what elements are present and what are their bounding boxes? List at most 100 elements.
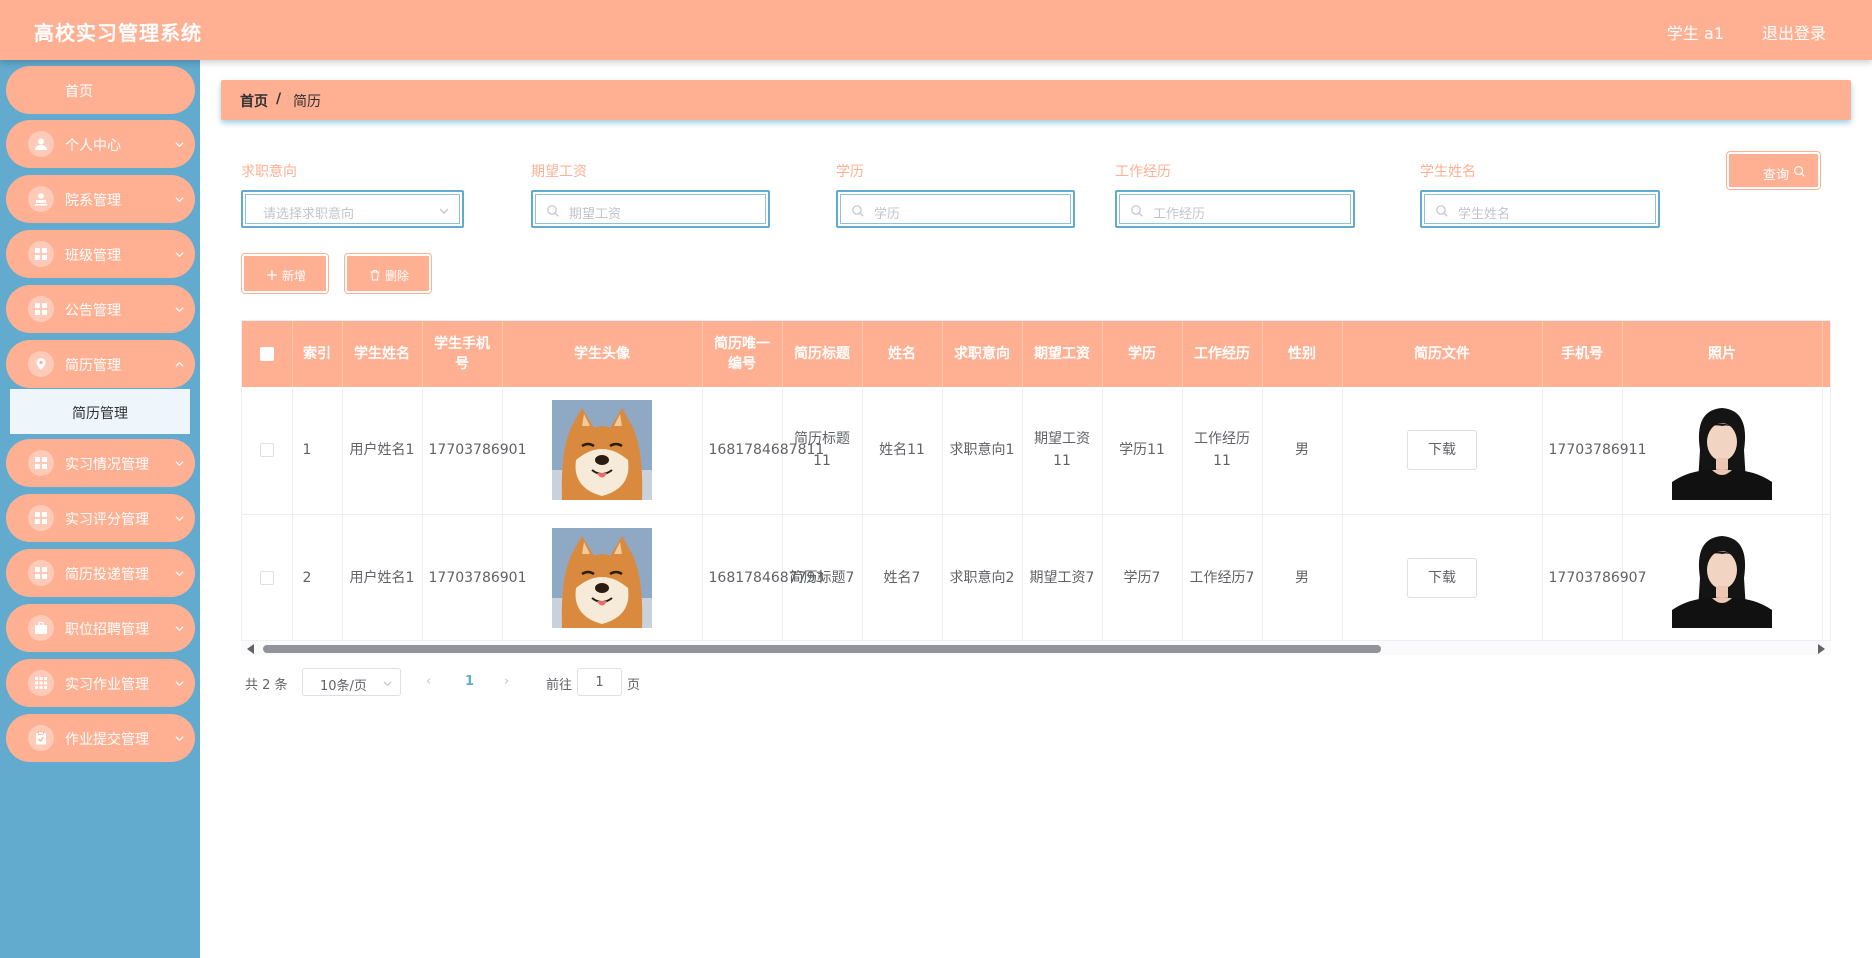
column-header: 照片 — [1622, 321, 1823, 387]
cell-salary: 期望工资7 — [1022, 514, 1103, 642]
breadcrumb-separator: / — [276, 91, 282, 107]
page-size-value: 10条/页 — [320, 679, 367, 694]
experience-input[interactable]: 工作经历 — [1115, 190, 1355, 228]
location-icon — [28, 351, 54, 377]
table-horizontal-scrollbar[interactable] — [241, 640, 1831, 655]
clipboard-icon — [28, 725, 54, 751]
briefcase-icon — [28, 615, 54, 641]
goto-page-input[interactable]: 1 — [577, 668, 622, 696]
cell-intent: 求职意向1 — [942, 387, 1023, 515]
chevron-down-icon — [175, 626, 184, 632]
experience-filter-label: 工作经历 — [1115, 164, 1171, 180]
chevron-down-icon — [175, 681, 184, 687]
plus-icon — [267, 270, 277, 280]
portrait-photo — [1672, 400, 1772, 501]
pagination-total: 共 2 条 — [245, 678, 288, 693]
sidebar-item-resume-submissions[interactable]: 简历投递管理 — [6, 549, 195, 597]
portrait-photo — [1672, 527, 1772, 628]
sidebar-item-label: 实习作业管理 — [65, 677, 149, 693]
cell-resume-file: 下载 — [1342, 514, 1543, 642]
table-row: 2 用户姓名1 17703786901 1681784687793 简历标题7 … — [242, 514, 1830, 642]
download-button[interactable]: 下载 — [1407, 430, 1477, 471]
current-user: 学生 a1 — [1666, 24, 1724, 43]
cell-student-phone: 17703786901 — [422, 387, 526, 515]
intent-filter-label: 求职意向 — [241, 164, 297, 180]
cell-salary: 期望工资11 — [1022, 387, 1103, 515]
apps-icon — [28, 670, 54, 696]
chevron-down-icon — [175, 307, 184, 313]
column-header: 期望工资 — [1022, 321, 1103, 387]
sidebar-item-job-postings[interactable]: 职位招聘管理 — [6, 604, 195, 652]
delete-button-label: 删除 — [385, 269, 410, 283]
scroll-left-arrow-icon[interactable] — [247, 644, 254, 654]
chevron-down-icon — [175, 571, 184, 577]
column-header-overflow — [1822, 321, 1830, 387]
chevron-down-icon — [439, 208, 449, 214]
grid-icon — [28, 505, 54, 531]
cell-photo — [1622, 514, 1823, 642]
chevron-down-icon — [175, 736, 184, 742]
column-header: 求职意向 — [942, 321, 1023, 387]
sidebar-item-resumes[interactable]: 简历管理 — [6, 340, 195, 388]
add-button-label: 新增 — [282, 269, 307, 283]
chevron-down-icon — [175, 461, 184, 467]
sidebar-item-internship-status[interactable]: 实习情况管理 — [6, 439, 195, 487]
trash-icon — [370, 269, 380, 281]
scroll-right-arrow-icon[interactable] — [1818, 644, 1825, 654]
scrollbar-thumb[interactable] — [263, 645, 1381, 653]
cell-intent: 求职意向2 — [942, 514, 1023, 642]
column-header: 简历标题 — [782, 321, 863, 387]
top-header: 高校实习管理系统 学生 a1 退出登录 — [0, 0, 1872, 60]
column-header: 姓名 — [862, 321, 943, 387]
next-page-button[interactable]: › — [504, 674, 509, 702]
salary-filter-label: 期望工资 — [531, 164, 587, 180]
chevron-up-icon — [175, 361, 184, 367]
sidebar-item-label: 简历投递管理 — [65, 567, 149, 583]
cell-education: 学历11 — [1102, 387, 1183, 515]
select-all-checkbox[interactable] — [259, 347, 274, 361]
page-number-current[interactable]: 1 — [465, 674, 474, 702]
intent-select[interactable]: 请选择求职意向 — [241, 190, 464, 228]
salary-input[interactable]: 期望工资 — [531, 190, 770, 228]
student-name-filter-label: 学生姓名 — [1420, 164, 1476, 180]
search-icon — [1436, 205, 1448, 217]
shiba-dog-avatar — [552, 527, 652, 628]
sidebar-item-home[interactable]: 首页 — [6, 66, 195, 114]
intent-select-placeholder: 请选择求职意向 — [263, 207, 355, 222]
prev-page-button[interactable]: ‹ — [426, 674, 431, 702]
sidebar-item-departments[interactable]: 院系管理 — [6, 175, 195, 223]
sidebar-item-assignments[interactable]: 实习作业管理 — [6, 659, 195, 707]
sidebar: 首页 个人中心 院系管理 班级管理 公告管理 简历管理 简历管理 实习情况管理 … — [0, 60, 200, 958]
student-name-input[interactable]: 学生姓名 — [1420, 190, 1660, 228]
add-button[interactable]: 新增 — [241, 253, 329, 294]
sidebar-item-announcements[interactable]: 公告管理 — [6, 285, 195, 333]
row-checkbox[interactable] — [259, 570, 274, 585]
cell-experience: 工作经历7 — [1182, 514, 1263, 642]
page-size-select[interactable]: 10条/页 — [302, 668, 401, 696]
breadcrumb-home[interactable]: 首页 — [240, 91, 268, 111]
chevron-down-icon — [383, 681, 392, 687]
column-header: 工作经历 — [1182, 321, 1263, 387]
logout-link[interactable]: 退出登录 — [1762, 20, 1826, 44]
chevron-down-icon — [175, 516, 184, 522]
sidebar-item-internship-scores[interactable]: 实习评分管理 — [6, 494, 195, 542]
sidebar-item-label: 作业提交管理 — [65, 732, 149, 748]
cell-resume-title: 简历标题7 — [782, 514, 863, 642]
delete-button[interactable]: 删除 — [344, 253, 432, 294]
sidebar-item-assignment-submissions[interactable]: 作业提交管理 — [6, 714, 195, 762]
cell-student-avatar — [502, 387, 703, 515]
sidebar-item-personal-center[interactable]: 个人中心 — [6, 120, 195, 168]
chevron-down-icon — [175, 142, 184, 148]
sidebar-subitem-resume-management[interactable]: 简历管理 — [10, 389, 190, 434]
cell-photo — [1622, 387, 1823, 515]
cell-student-name: 用户姓名1 — [342, 387, 423, 515]
cell-resume-number: 1681784687811 — [702, 387, 824, 515]
goto-page-value: 1 — [595, 675, 604, 690]
row-checkbox[interactable] — [259, 443, 274, 458]
sidebar-item-label: 实习情况管理 — [65, 457, 149, 473]
query-button-label: 查询 — [1763, 168, 1790, 183]
sidebar-item-classes[interactable]: 班级管理 — [6, 230, 195, 278]
query-button[interactable]: 查询 — [1726, 151, 1821, 190]
education-input[interactable]: 学历 — [836, 190, 1075, 228]
download-button[interactable]: 下载 — [1407, 557, 1477, 598]
